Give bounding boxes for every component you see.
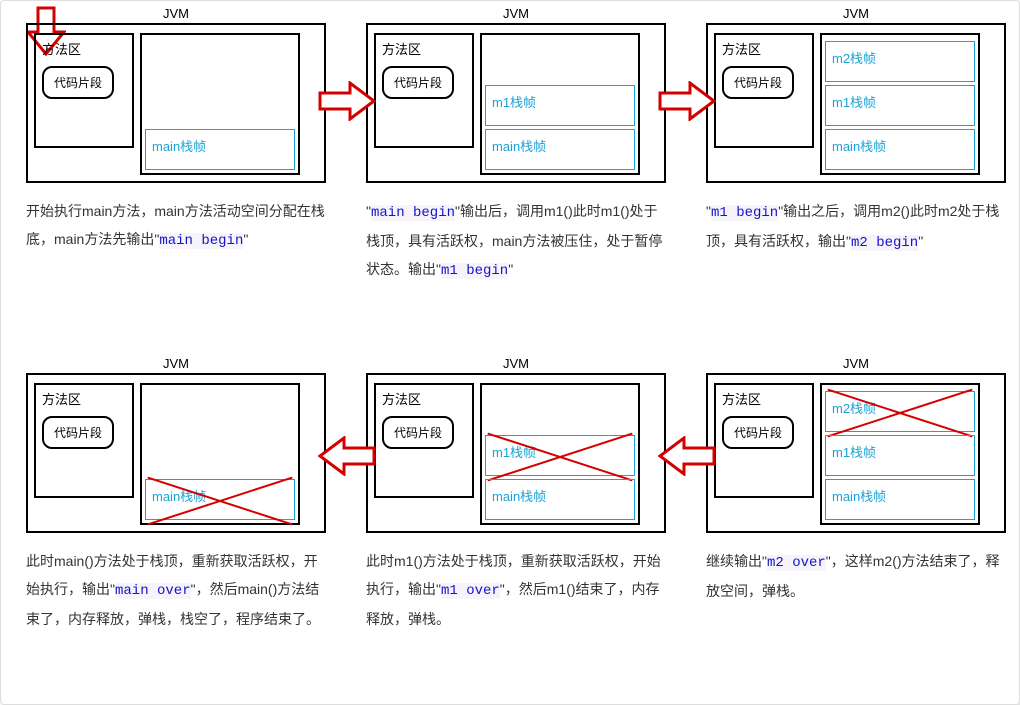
diagram-grid: JVM 方法区 代码片段 main栈帧 开始执行main方法，main方法活动空… [26, 6, 994, 699]
stack-frame-main: main栈帧 [825, 129, 975, 170]
step-description: 开始执行main方法，main方法活动空间分配在栈底，main方法先输出"mai… [26, 197, 326, 255]
code-literal: main begin [159, 233, 243, 249]
call-stack: m1栈帧main栈帧 [480, 33, 640, 175]
method-area: 方法区 代码片段 [34, 33, 134, 148]
jvm-box: 方法区 代码片段 m1栈帧main栈帧 [366, 23, 666, 183]
jvm-box: 方法区 代码片段 main栈帧 [26, 23, 326, 183]
method-area: 方法区 代码片段 [374, 33, 474, 148]
jvm-box: 方法区 代码片段 m1栈帧main栈帧 [366, 373, 666, 533]
jvm-label: JVM [26, 356, 326, 371]
method-area-label: 方法区 [382, 39, 466, 58]
step-description: "main begin"输出后，调用m1()此时m1()处于栈顶，具有活跃权，m… [366, 197, 666, 285]
diagram-page: JVM 方法区 代码片段 main栈帧 开始执行main方法，main方法活动空… [0, 0, 1020, 705]
stack-frame-m2: m2栈帧 [825, 41, 975, 82]
jvm-label: JVM [366, 356, 666, 371]
arrow-right-icon [318, 81, 376, 121]
method-area-label: 方法区 [722, 39, 806, 58]
step-5: JVM 方法区 代码片段 m1栈帧main栈帧 此时m1()方法处于栈顶，重新获… [366, 356, 666, 633]
code-segment: 代码片段 [42, 66, 114, 99]
call-stack: m2栈帧m1栈帧main栈帧 [820, 33, 980, 175]
code-segment: 代码片段 [722, 416, 794, 449]
code-literal: main over [115, 583, 191, 599]
code-literal: m1 begin [711, 205, 778, 221]
step-description: 此时m1()方法处于栈顶，重新获取活跃权，开始执行，输出"m1 over"，然后… [366, 547, 666, 633]
stack-frame-m2: m2栈帧 [825, 391, 975, 432]
jvm-box: 方法区 代码片段 main栈帧 [26, 373, 326, 533]
method-area-label: 方法区 [42, 389, 126, 408]
jvm-label: JVM [706, 356, 1006, 371]
arrow-right-icon [658, 81, 716, 121]
code-segment: 代码片段 [42, 416, 114, 449]
code-literal: m2 begin [851, 235, 918, 251]
step-4: JVM 方法区 代码片段 m2栈帧m1栈帧main栈帧 继续输出"m2 over… [706, 356, 1006, 605]
method-area-label: 方法区 [42, 39, 126, 58]
jvm-label: JVM [706, 6, 1006, 21]
step-2: JVM 方法区 代码片段 m1栈帧main栈帧 "main begin"输出后，… [366, 6, 666, 285]
step-description: 此时main()方法处于栈顶，重新获取活跃权，开始执行，输出"main over… [26, 547, 326, 633]
method-area: 方法区 代码片段 [34, 383, 134, 498]
code-segment: 代码片段 [382, 66, 454, 99]
stack-frame-main: main栈帧 [145, 129, 295, 170]
code-segment: 代码片段 [382, 416, 454, 449]
arrow-left-icon [658, 436, 716, 476]
jvm-box: 方法区 代码片段 m2栈帧m1栈帧main栈帧 [706, 23, 1006, 183]
method-area-label: 方法区 [382, 389, 466, 408]
call-stack: m2栈帧m1栈帧main栈帧 [820, 383, 980, 525]
code-segment: 代码片段 [722, 66, 794, 99]
jvm-label: JVM [366, 6, 666, 21]
stack-frame-main: main栈帧 [825, 479, 975, 520]
stack-frame-main: main栈帧 [485, 129, 635, 170]
call-stack: main栈帧 [140, 383, 300, 525]
step-description: "m1 begin"输出之后，调用m2()此时m2处于栈顶，具有活跃权，输出"m… [706, 197, 1006, 257]
step-1: JVM 方法区 代码片段 main栈帧 开始执行main方法，main方法活动空… [26, 6, 326, 255]
method-area: 方法区 代码片段 [714, 383, 814, 498]
jvm-label: JVM [26, 6, 326, 21]
code-literal: m2 over [767, 555, 826, 571]
stack-frame-m1: m1栈帧 [825, 85, 975, 126]
code-literal: m1 begin [441, 263, 508, 279]
method-area-label: 方法区 [722, 389, 806, 408]
call-stack: m1栈帧main栈帧 [480, 383, 640, 525]
call-stack: main栈帧 [140, 33, 300, 175]
arrow-left-icon [318, 436, 376, 476]
jvm-box: 方法区 代码片段 m2栈帧m1栈帧main栈帧 [706, 373, 1006, 533]
step-6: JVM 方法区 代码片段 main栈帧 此时main()方法处于栈顶，重新获取活… [26, 356, 326, 633]
stack-frame-m1: m1栈帧 [485, 85, 635, 126]
method-area: 方法区 代码片段 [374, 383, 474, 498]
code-literal: main begin [371, 205, 455, 221]
step-3: JVM 方法区 代码片段 m2栈帧m1栈帧main栈帧 "m1 begin"输出… [706, 6, 1006, 257]
stack-frame-m1: m1栈帧 [825, 435, 975, 476]
step-description: 继续输出"m2 over"，这样m2()方法结束了，释放空间，弹栈。 [706, 547, 1006, 605]
method-area: 方法区 代码片段 [714, 33, 814, 148]
stack-frame-main: main栈帧 [145, 479, 295, 520]
code-literal: m1 over [441, 583, 500, 599]
stack-frame-main: main栈帧 [485, 479, 635, 520]
stack-frame-m1: m1栈帧 [485, 435, 635, 476]
